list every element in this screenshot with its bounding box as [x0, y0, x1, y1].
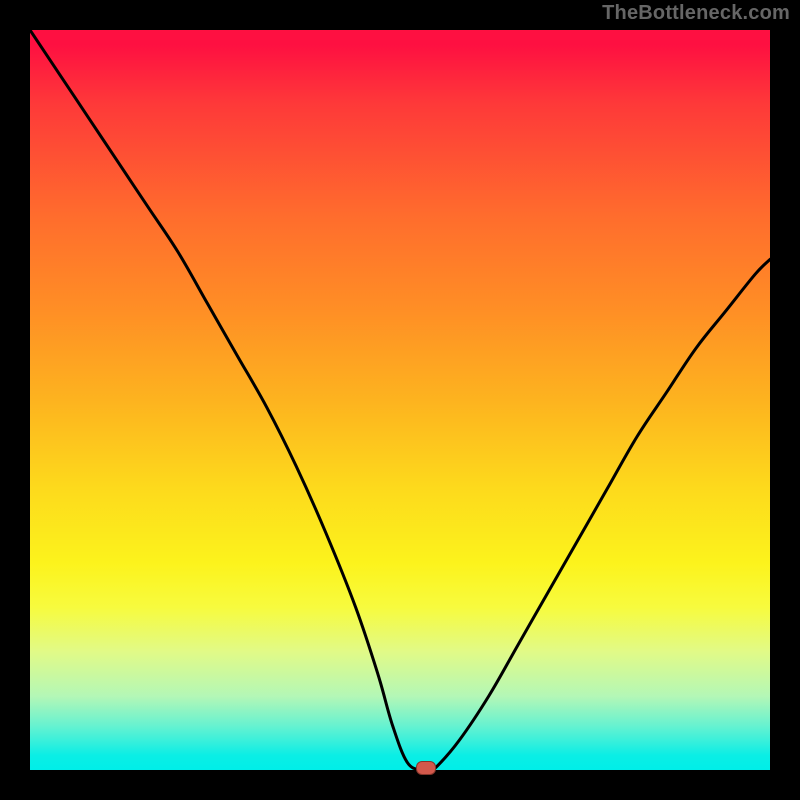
attribution-label: TheBottleneck.com	[602, 2, 790, 25]
optimal-point-marker	[416, 761, 436, 775]
plot-area	[30, 30, 770, 770]
chart-frame: TheBottleneck.com	[0, 0, 800, 800]
bottleneck-curve	[30, 30, 770, 770]
curve-svg	[30, 30, 770, 770]
